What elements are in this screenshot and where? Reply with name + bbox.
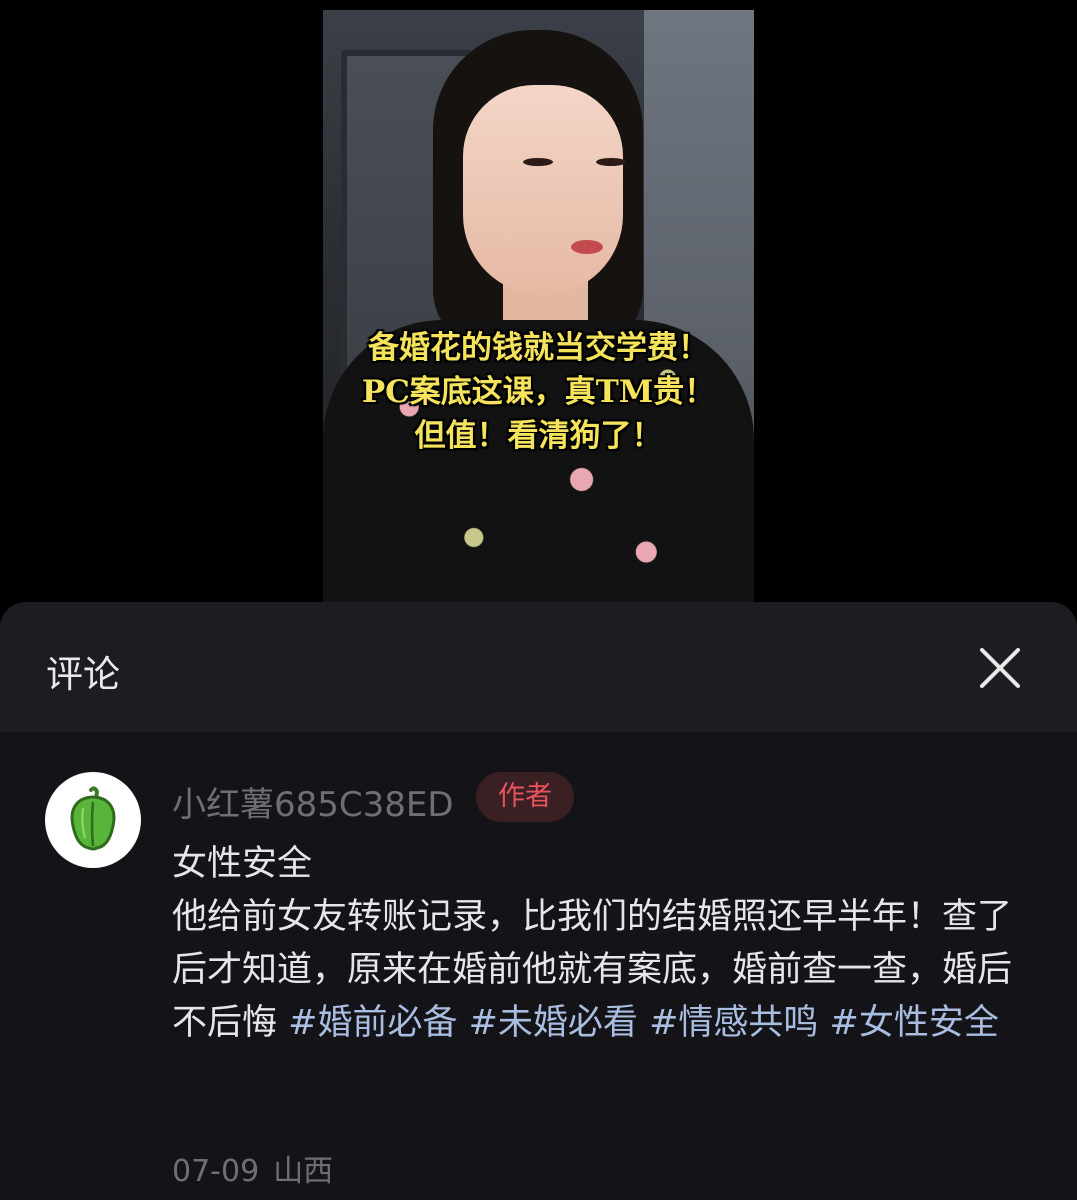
video-player[interactable] bbox=[323, 10, 754, 602]
comment-username[interactable]: 小红薯685C38ED bbox=[172, 777, 454, 826]
comment-date: 07-09 bbox=[172, 1154, 260, 1189]
video-caption-line: 备婚花的钱就当交学费！ bbox=[368, 330, 709, 366]
hashtag-link[interactable]: #未婚必看 bbox=[469, 1003, 638, 1043]
green-pepper-icon bbox=[70, 786, 116, 851]
comment-body: 女性安全 他给前女友转账记录，比我们的结婚照还早半年！查了后才知道，原来在婚前他… bbox=[172, 838, 1032, 1050]
video-caption: 备婚花的钱就当交学费！ PC案底这课，真TM贵！ 但值！看清狗了！ bbox=[323, 326, 754, 458]
comment-meta: 07-09 山西 bbox=[172, 1146, 333, 1190]
video-person-face bbox=[463, 85, 623, 295]
comment-location: 山西 bbox=[273, 1154, 334, 1189]
comment-text: 他给前女友转账记录，比我们的结婚照还早半年！查了后才知道，原来在婚前他就有案底，… bbox=[172, 891, 1032, 1050]
comment-item[interactable]: 小红薯685C38ED 作者 女性安全 他给前女友转账记录，比我们的结婚照还早半… bbox=[0, 732, 1077, 1200]
author-badge: 作者 bbox=[476, 772, 574, 822]
video-caption-line: PC案底这课，真TM贵！ bbox=[361, 374, 716, 410]
hashtag-link[interactable]: #婚前必备 bbox=[288, 1003, 457, 1043]
video-person-mouth bbox=[571, 240, 603, 254]
comments-header: 评论 bbox=[0, 602, 1077, 732]
video-person-eye bbox=[596, 158, 626, 166]
avatar[interactable] bbox=[45, 772, 141, 868]
video-caption-line: 但值！看清狗了！ bbox=[414, 418, 663, 454]
video-area[interactable]: 备婚花的钱就当交学费！ PC案底这课，真TM贵！ 但值！看清狗了！ bbox=[0, 0, 1077, 620]
comment-first-line: 女性安全 bbox=[172, 844, 313, 884]
comments-title: 评论 bbox=[46, 653, 120, 696]
video-person-eye bbox=[523, 158, 553, 166]
close-icon bbox=[980, 648, 1020, 688]
comments-sheet: 评论 小红薯685C38ED 作者 女性安全 他给前女友转账记录，比我们的结婚照… bbox=[0, 602, 1077, 1200]
hashtag-link[interactable]: #女性安全 bbox=[830, 1003, 999, 1043]
close-button[interactable] bbox=[972, 640, 1028, 696]
hashtag-link[interactable]: #情感共鸣 bbox=[649, 1003, 818, 1043]
